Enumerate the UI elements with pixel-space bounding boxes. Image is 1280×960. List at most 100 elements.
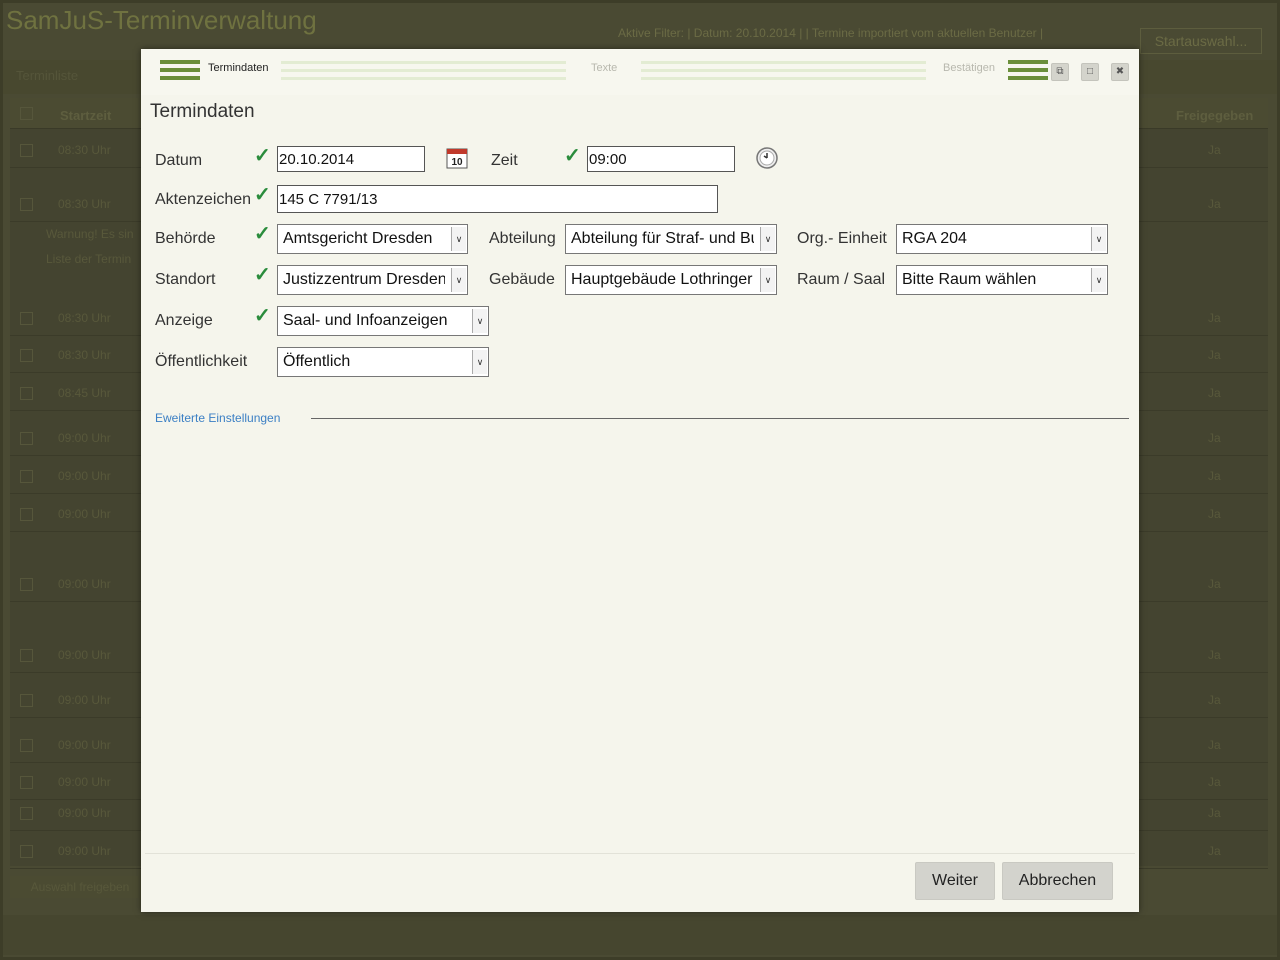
close-window-icon[interactable]: ✖	[1111, 63, 1129, 81]
standort-value: Justizzentrum Dresden	[283, 271, 445, 288]
chevron-down-icon[interactable]: ∨	[1091, 268, 1106, 292]
raum-value: Bitte Raum wählen	[902, 271, 1037, 288]
chevron-down-icon[interactable]: ∨	[760, 227, 775, 251]
row-checkbox[interactable]	[20, 349, 33, 362]
row-released: Ja	[1208, 348, 1221, 362]
row-checkbox[interactable]	[20, 144, 33, 157]
calendar-day: 10	[451, 157, 463, 168]
row-released: Ja	[1208, 693, 1221, 707]
row-released: Ja	[1208, 844, 1221, 858]
row-start-time: 08:30 Uhr	[58, 143, 111, 157]
chevron-down-icon[interactable]: ∨	[451, 268, 466, 292]
start-selection-button[interactable]: Startauswahl...	[1140, 28, 1262, 54]
row-checkbox[interactable]	[20, 776, 33, 789]
tab-terminliste[interactable]: Terminliste	[16, 68, 78, 83]
valid-check-icon: ✓	[254, 184, 271, 206]
chevron-down-icon[interactable]: ∨	[472, 350, 487, 374]
standort-select[interactable]: Justizzentrum Dresden ∨	[277, 265, 468, 295]
row-released: Ja	[1208, 431, 1221, 445]
row-start-time: 09:00 Uhr	[58, 806, 111, 820]
calendar-icon[interactable]: 10	[445, 146, 469, 170]
behoerde-select[interactable]: Amtsgericht Dresden ∨	[277, 224, 468, 254]
chevron-down-icon[interactable]: ∨	[760, 268, 775, 292]
appointment-dialog: Termindaten Texte Bestätigen ⧉ □ ✖ Termi…	[141, 49, 1139, 912]
warning-text-2: Liste der Termin	[46, 252, 132, 266]
wizard-step-texte[interactable]: Texte	[591, 62, 617, 74]
oeffentlichkeit-select[interactable]: Öffentlich ∨	[277, 347, 489, 377]
label-raum: Raum / Saal	[797, 271, 886, 288]
chevron-down-icon[interactable]: ∨	[1091, 227, 1106, 251]
label-anzeige: Anzeige	[155, 312, 213, 329]
step-arrow	[281, 61, 566, 81]
maximize-window-icon[interactable]: □	[1081, 63, 1099, 81]
label-abteilung: Abteilung	[489, 230, 556, 247]
label-standort: Standort	[155, 271, 216, 288]
label-org-einheit: Org.- Einheit	[797, 230, 887, 247]
row-released: Ja	[1208, 577, 1221, 591]
anzeige-value: Saal- und Infoanzeigen	[283, 312, 448, 329]
row-checkbox[interactable]	[20, 739, 33, 752]
row-start-time: 08:45 Uhr	[58, 386, 111, 400]
footer-divider	[145, 853, 1135, 854]
behoerde-value: Amtsgericht Dresden	[283, 230, 433, 247]
org-einheit-select[interactable]: RGA 204 ∨	[896, 224, 1108, 254]
row-checkbox[interactable]	[20, 470, 33, 483]
row-checkbox[interactable]	[20, 694, 33, 707]
wizard-step-bestaetigen[interactable]: Bestätigen	[943, 62, 995, 74]
valid-check-icon: ✓	[254, 264, 271, 286]
row-released: Ja	[1208, 143, 1221, 157]
row-released: Ja	[1208, 386, 1221, 400]
chevron-down-icon[interactable]: ∨	[451, 227, 466, 251]
active-filter-text: Aktive Filter: | Datum: 20.10.2014 | | T…	[618, 26, 1044, 40]
app-title: SamJuS-Terminverwaltung	[6, 5, 317, 35]
raum-select[interactable]: Bitte Raum wählen ∨	[896, 265, 1108, 295]
row-checkbox[interactable]	[20, 845, 33, 858]
dialog-title: Termindaten	[150, 101, 255, 122]
abteilung-value: Abteilung für Straf- und Bu	[571, 230, 754, 247]
row-released: Ja	[1208, 775, 1221, 789]
row-checkbox[interactable]	[20, 312, 33, 325]
step-arrow-2	[641, 61, 926, 81]
row-checkbox[interactable]	[20, 807, 33, 820]
row-released: Ja	[1208, 738, 1221, 752]
row-start-time: 09:00 Uhr	[58, 431, 111, 445]
row-start-time: 09:00 Uhr	[58, 693, 111, 707]
aktenzeichen-input[interactable]: 145 C 7791/13	[277, 185, 718, 213]
chevron-down-icon[interactable]: ∨	[472, 309, 487, 333]
wizard-header: Termindaten Texte Bestätigen ⧉ □ ✖	[141, 49, 1139, 95]
row-checkbox[interactable]	[20, 649, 33, 662]
row-released: Ja	[1208, 311, 1221, 325]
label-oeffentlichkeit: Öffentlichkeit	[155, 353, 248, 370]
release-selection-button[interactable]: Auswahl freigeben	[10, 876, 150, 898]
clock-icon[interactable]	[755, 146, 779, 170]
row-checkbox[interactable]	[20, 387, 33, 400]
row-start-time: 08:30 Uhr	[58, 311, 111, 325]
step-indicator-icon	[160, 60, 200, 80]
row-checkbox[interactable]	[20, 432, 33, 445]
row-start-time: 09:00 Uhr	[58, 844, 111, 858]
row-checkbox[interactable]	[20, 578, 33, 591]
abteilung-select[interactable]: Abteilung für Straf- und Bu ∨	[565, 224, 777, 254]
anzeige-select[interactable]: Saal- und Infoanzeigen ∨	[277, 306, 489, 336]
advanced-settings-link[interactable]: Eweiterte Einstellungen	[155, 411, 280, 425]
row-checkbox[interactable]	[20, 508, 33, 521]
gebaeude-select[interactable]: Hauptgebäude Lothringer ∨	[565, 265, 777, 295]
section-divider	[311, 418, 1129, 419]
row-released: Ja	[1208, 197, 1221, 211]
column-header-freigegeben[interactable]: Freigegeben	[1176, 108, 1253, 123]
restore-window-icon[interactable]: ⧉	[1051, 63, 1069, 81]
label-datum: Datum	[155, 152, 203, 169]
datum-input[interactable]: 20.10.2014	[277, 146, 425, 172]
gebaeude-value: Hauptgebäude Lothringer	[571, 271, 753, 288]
row-start-time: 09:00 Uhr	[58, 577, 111, 591]
valid-check-icon: ✓	[254, 305, 271, 327]
wizard-step-termindaten[interactable]: Termindaten	[208, 62, 269, 74]
row-checkbox[interactable]	[20, 198, 33, 211]
select-all-checkbox[interactable]	[20, 107, 33, 120]
label-aktenzeichen: Aktenzeichen	[155, 191, 252, 208]
next-button[interactable]: Weiter	[915, 862, 995, 900]
column-header-startzeit[interactable]: Startzeit	[60, 108, 111, 123]
cancel-button[interactable]: Abbrechen	[1002, 862, 1113, 900]
zeit-input[interactable]: 09:00	[587, 146, 735, 172]
row-start-time: 09:00 Uhr	[58, 775, 111, 789]
